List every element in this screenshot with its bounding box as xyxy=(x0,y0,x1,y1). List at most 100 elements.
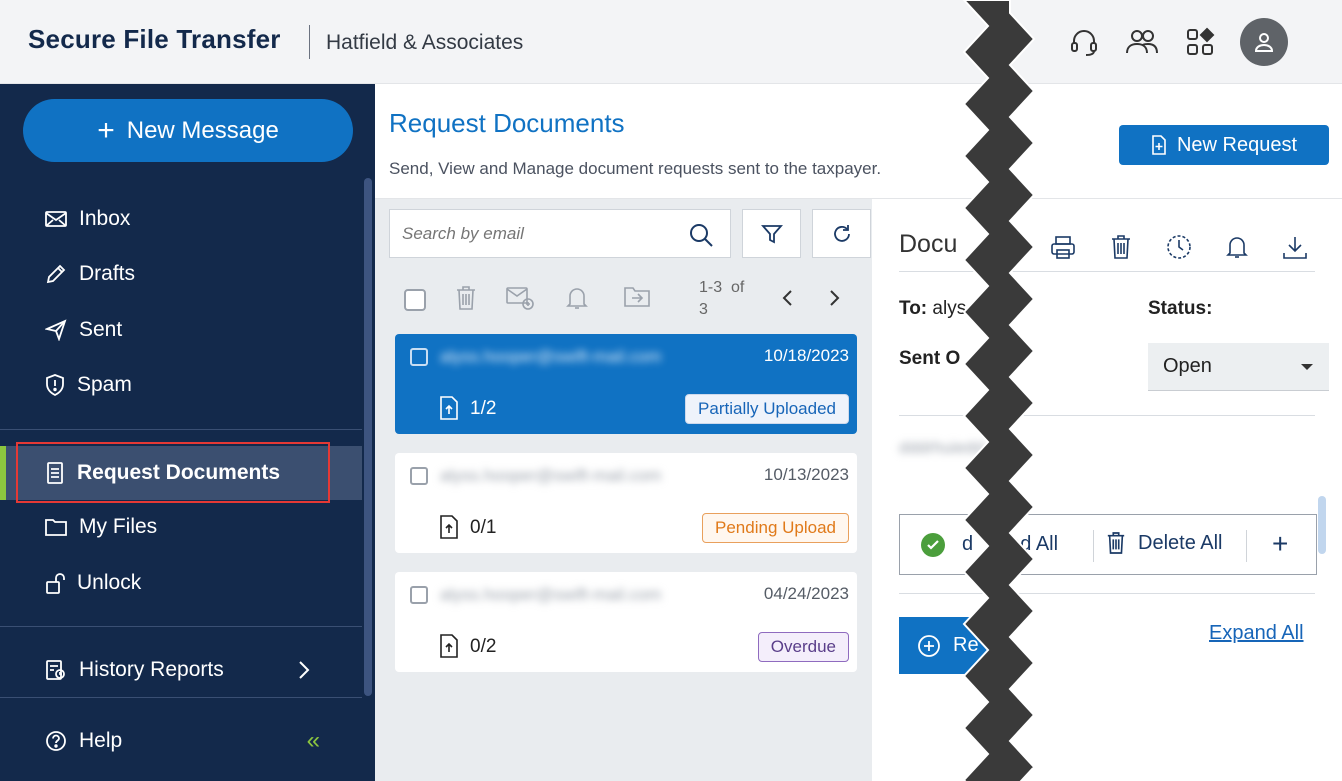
sidebar-item-drafts[interactable]: Drafts xyxy=(0,247,362,301)
avatar-icon[interactable] xyxy=(1240,18,1288,66)
request-checkbox[interactable] xyxy=(410,586,428,604)
sidebar-item-label: My Files xyxy=(79,515,158,538)
history-clock-icon[interactable] xyxy=(1166,234,1192,260)
request-checkbox[interactable] xyxy=(410,348,428,366)
sidebar-divider xyxy=(0,626,362,627)
app-title: Secure File Transfer xyxy=(28,24,281,54)
action-separator xyxy=(1093,530,1094,562)
search-box xyxy=(389,209,731,258)
header-divider xyxy=(309,25,310,59)
previous-page-icon[interactable] xyxy=(781,289,795,307)
trash-icon xyxy=(1107,532,1125,554)
request-date: 10/18/2023 xyxy=(763,346,849,365)
active-indicator xyxy=(0,446,6,500)
request-email: alyss.hooper@swift-mail.com xyxy=(440,466,662,485)
pager-of: of xyxy=(731,279,745,296)
sent-on-label: Sent O xyxy=(899,348,961,369)
bell-icon[interactable] xyxy=(565,285,589,311)
detail-scrollbar[interactable] xyxy=(1318,496,1326,554)
request-email: alyss.hooper@swift-mail.com xyxy=(440,585,662,604)
trash-icon[interactable] xyxy=(1110,234,1132,260)
sidebar-item-label: History Reports xyxy=(79,658,224,681)
sidebar-item-history-reports[interactable]: History Reports xyxy=(0,643,362,697)
sidebar-item-label: Spam xyxy=(77,373,132,396)
file-upload-icon xyxy=(440,396,458,420)
request-date: 04/24/2023 xyxy=(763,584,849,603)
request-email: alyss.hooper@swift-mail.com xyxy=(440,347,662,366)
file-upload-icon xyxy=(440,515,458,539)
to-value: alys xyxy=(932,298,967,319)
sidebar-item-label: Unlock xyxy=(77,571,142,594)
search-icon[interactable] xyxy=(688,222,714,248)
collapse-sidebar-icon[interactable]: « xyxy=(307,727,320,755)
select-all-checkbox[interactable] xyxy=(404,289,426,311)
sidebar-item-label: Sent xyxy=(79,318,123,341)
refresh-icon xyxy=(833,224,850,242)
plus-icon: + xyxy=(97,113,115,147)
bell-icon[interactable] xyxy=(1225,234,1249,260)
next-page-icon[interactable] xyxy=(827,289,841,307)
redacted-text: dddrhuiedd xyxy=(899,438,985,457)
pager-range: 1-3 of 3 xyxy=(699,277,759,321)
download-all-button[interactable]: d ad All xyxy=(962,533,1058,556)
sidebar-item-inbox[interactable]: Inbox xyxy=(0,192,362,246)
sidebar-divider xyxy=(0,429,362,430)
chevron-right-icon xyxy=(299,661,310,679)
sidebar-scrollbar[interactable] xyxy=(364,178,372,696)
new-request-button[interactable]: New Request xyxy=(1119,125,1329,165)
sidebar-item-spam[interactable]: Spam xyxy=(0,358,362,412)
request-card[interactable]: alyss.hooper@swift-mail.com 04/24/2023 0… xyxy=(395,572,857,672)
pager-range-text: 1-3 xyxy=(699,279,723,296)
move-folder-icon[interactable] xyxy=(623,285,651,309)
request-card[interactable]: alyss.hooper@swift-mail.com 10/18/2023 1… xyxy=(395,334,857,434)
highlight-box xyxy=(16,442,330,503)
new-message-button[interactable]: + New Message xyxy=(23,99,353,162)
detail-divider xyxy=(899,271,1315,272)
filter-icon xyxy=(760,224,783,243)
refresh-button[interactable] xyxy=(812,209,871,258)
new-document-icon xyxy=(1152,135,1166,155)
add-document-button[interactable]: + xyxy=(1272,528,1288,560)
apps-icon[interactable] xyxy=(1182,24,1218,60)
sidebar-item-label: Drafts xyxy=(79,262,136,285)
action-separator xyxy=(1246,530,1247,562)
sidebar-item-help[interactable]: Help « xyxy=(0,714,362,768)
request-date: 10/13/2023 xyxy=(763,465,849,484)
download-icon[interactable] xyxy=(1282,234,1308,260)
sidebar-item-unlock[interactable]: Unlock xyxy=(0,556,362,610)
to-label: To: xyxy=(899,298,928,319)
document-action-bar: d ad All Delete All + xyxy=(899,514,1317,575)
status-value: Open xyxy=(1163,355,1212,377)
request-count: 1/2 xyxy=(470,398,497,419)
sidebar-item-my-files[interactable]: My Files xyxy=(0,500,362,554)
headset-icon[interactable] xyxy=(1066,24,1102,60)
delete-all-label: Delete All xyxy=(1138,531,1223,554)
sidebar: + New Message Inbox Drafts Sent Spam Req… xyxy=(0,84,375,781)
caret-down-icon xyxy=(1301,364,1313,370)
folder-icon xyxy=(45,519,67,536)
request-card[interactable]: alyss.hooper@swift-mail.com 10/13/2023 0… xyxy=(395,453,857,553)
pencil-icon xyxy=(46,264,66,284)
request-button-label: Re xyxy=(953,634,979,656)
delete-all-button[interactable]: Delete All xyxy=(1106,531,1223,555)
sidebar-item-label: Help xyxy=(79,729,123,752)
expand-all-link[interactable]: Expand All xyxy=(1209,622,1304,645)
print-icon[interactable] xyxy=(1050,236,1076,260)
users-icon[interactable] xyxy=(1124,24,1160,60)
recipient: To: alys xyxy=(899,298,966,320)
trash-icon[interactable] xyxy=(455,285,477,311)
sidebar-item-sent[interactable]: Sent xyxy=(0,303,362,357)
shield-icon xyxy=(46,374,64,396)
request-checkbox[interactable] xyxy=(410,467,428,485)
status-badge: Partially Uploaded xyxy=(685,394,849,424)
status-dropdown[interactable]: Open xyxy=(1148,343,1329,391)
check-circle-icon xyxy=(921,533,945,557)
resend-mail-icon[interactable] xyxy=(505,285,535,311)
request-button[interactable]: Re xyxy=(899,617,1009,674)
main-content: Request Documents Send, View and Manage … xyxy=(375,84,1342,781)
page-subtitle: Send, View and Manage document requests … xyxy=(389,159,882,178)
request-count: 0/2 xyxy=(470,636,497,657)
filter-button[interactable] xyxy=(742,209,801,258)
pager-total: 3 xyxy=(699,301,708,318)
search-input[interactable] xyxy=(402,223,672,244)
